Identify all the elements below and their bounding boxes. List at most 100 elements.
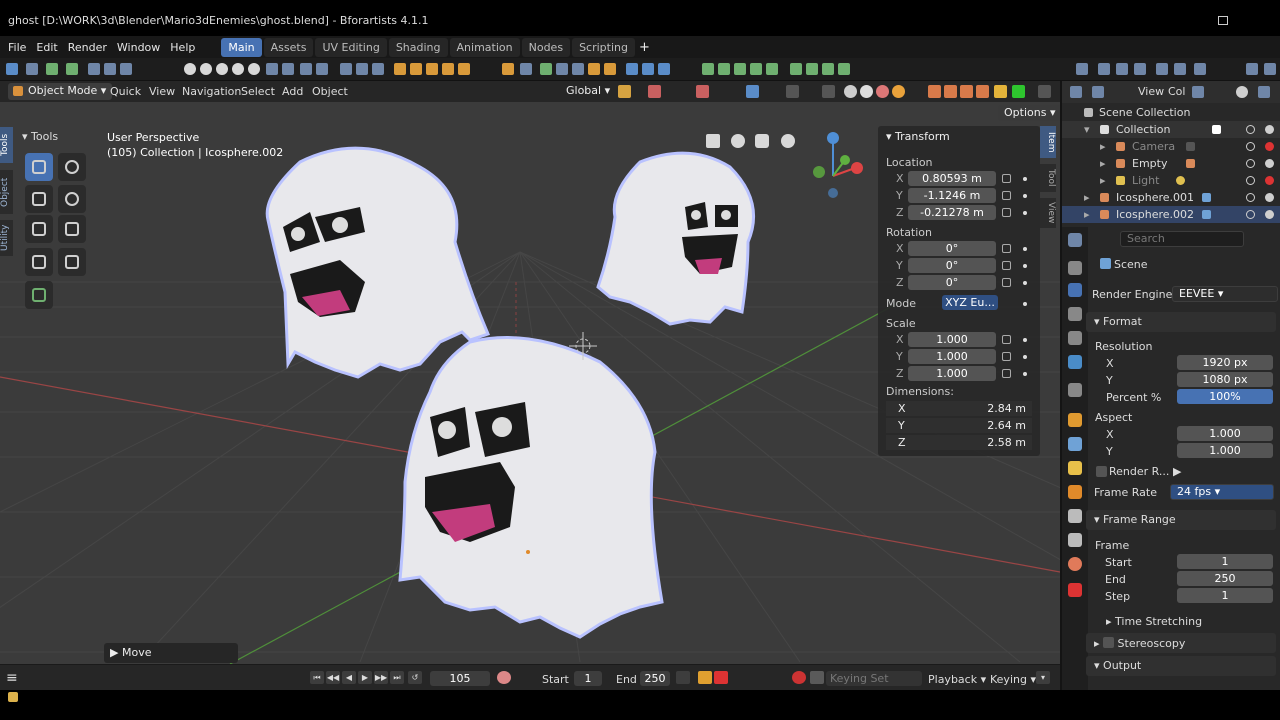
editor-type-icon[interactable] [6,63,18,75]
resolution-x-field[interactable]: 1920 px [1177,355,1273,370]
outliner-item-icosphere-002[interactable]: ▸ Icosphere.002 [1062,206,1280,223]
y-axis-icon[interactable] [840,155,850,165]
location-x-field[interactable]: 0.80593 m [908,171,996,186]
current-frame-field[interactable]: 105 [430,671,490,686]
rotation-y-field[interactable]: 0° [908,258,996,273]
modifier-icon[interactable] [458,63,470,75]
outliner-item-empty[interactable]: ▸ Empty [1062,155,1280,172]
gizmo-icon[interactable] [746,85,759,98]
lock-icon[interactable] [1002,174,1011,183]
undo-icon[interactable] [1098,63,1110,75]
rotation-mode-dropdown[interactable]: XYZ Eu... [942,295,998,310]
side-tab-utility[interactable]: Utility [0,220,13,256]
workspace-tab-scripting[interactable]: Scripting [572,37,635,57]
keying-set-icon[interactable] [810,671,824,684]
lock-icon[interactable] [1002,208,1011,217]
ghost-front[interactable] [398,336,664,639]
auto-keying-icon[interactable] [497,671,511,684]
search-icon[interactable] [1236,86,1248,98]
properties-search-input[interactable]: Search [1120,231,1244,247]
tool-icon[interactable] [556,63,568,75]
transform-tool-button[interactable] [58,215,86,243]
redo-icon[interactable] [1116,63,1128,75]
menu-file[interactable]: File [4,41,30,54]
keyframe-dot-icon[interactable] [1023,302,1027,306]
mesh-icon[interactable] [266,63,278,75]
render-visibility-icon[interactable] [1265,159,1274,168]
snap-icon[interactable] [648,85,661,98]
side-tab-tools[interactable]: Tools [0,127,13,163]
render-region-arrow-icon[interactable]: ▶ [1173,465,1181,478]
overlay-icon[interactable] [300,63,312,75]
object-tab-icon[interactable] [1068,413,1082,427]
transform-panel-header[interactable]: ▾ Transform [886,130,950,143]
object-type-icon[interactable] [994,85,1007,98]
eye-icon[interactable] [1246,176,1255,185]
marker-icon[interactable] [676,671,690,684]
lock-icon[interactable] [1002,191,1011,200]
transform-icon[interactable] [750,63,762,75]
snap-icon[interactable] [340,63,352,75]
wireframe-shading-icon[interactable] [844,85,857,98]
transform-icon[interactable] [718,63,730,75]
object-type-icon[interactable] [960,85,973,98]
sphere-icon[interactable] [232,63,244,75]
last-operator-panel[interactable]: ▶ Move [104,643,238,663]
lock-icon[interactable] [1002,352,1011,361]
keyframe-dot-icon[interactable] [1023,281,1027,285]
transform-icon[interactable] [702,63,714,75]
rotation-z-field[interactable]: 0° [908,275,996,290]
keyframe-dot-icon[interactable] [1023,372,1027,376]
transform-orientation-dropdown[interactable]: Global ▾ [548,83,616,100]
outliner-item-light[interactable]: ▸ Light [1062,172,1280,189]
scene-tab-icon[interactable] [1068,355,1082,369]
repeat-icon[interactable] [1194,63,1206,75]
history-icon[interactable] [1246,63,1258,75]
x-axis-icon[interactable] [851,162,863,174]
location-z-field[interactable]: -0.21278 m [908,205,996,220]
move-tool-button[interactable] [25,185,53,213]
options-dropdown[interactable]: Options ▾ [998,105,1060,121]
snap-icon[interactable] [372,63,384,75]
format-panel-header[interactable]: ▾ Format [1086,312,1276,332]
constraints-tab-icon[interactable] [1068,509,1082,523]
modifier-icon[interactable] [426,63,438,75]
timeline-end-field[interactable]: 250 [640,671,670,686]
dropdown-icon[interactable] [26,63,38,75]
object-type-icon[interactable] [944,85,957,98]
workspace-tab-uv-editing[interactable]: UV Editing [315,37,387,57]
tool-icon[interactable] [604,63,616,75]
sidebar-tab-view[interactable]: View [1040,198,1056,228]
filter-funnel-icon[interactable] [1258,86,1270,98]
keyframe-dot-icon[interactable] [1023,338,1027,342]
snap-icon[interactable] [356,63,368,75]
view-icon[interactable] [642,63,654,75]
modifier-icon[interactable] [410,63,422,75]
frame-step-field[interactable]: 1 [1177,588,1273,603]
dropdown-icon[interactable] [1038,85,1051,98]
shading-icon[interactable] [200,63,212,75]
filter-icon[interactable] [1192,86,1204,98]
eye-icon[interactable] [1246,125,1255,134]
material-shading-icon[interactable] [876,85,889,98]
export-icon[interactable] [66,63,78,75]
eye-icon[interactable] [1246,159,1255,168]
dimension-x-field[interactable]: X 2.84 m [886,401,1032,416]
transform-icon[interactable] [822,63,834,75]
transform-icon[interactable] [766,63,778,75]
aspect-x-field[interactable]: 1.000 [1177,426,1273,441]
object-type-icon[interactable] [1012,85,1025,98]
frame-start-field[interactable]: 1 [1177,554,1273,569]
side-tab-object[interactable]: Object [0,170,13,214]
render-icon[interactable] [88,63,100,75]
frame-range-panel-header[interactable]: ▾ Frame Range [1086,510,1276,530]
frame-end-field[interactable]: 250 [1177,571,1273,586]
keyframe-dot-icon[interactable] [1023,177,1027,181]
keyframe-dot-icon[interactable] [1023,194,1027,198]
ghost-left[interactable] [265,146,491,379]
sidebar-tab-item[interactable]: Item [1040,126,1056,158]
object-type-icon[interactable] [976,85,989,98]
menu-object[interactable]: Object [312,85,348,98]
jump-end-icon[interactable]: ⏭ [390,671,404,684]
menu-window[interactable]: Window [113,41,164,54]
